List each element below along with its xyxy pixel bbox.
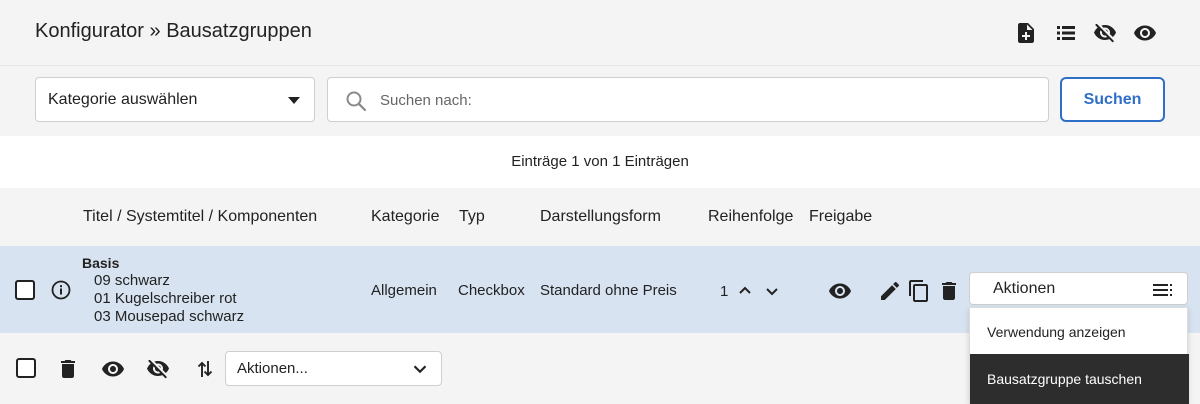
search-button[interactable]: Suchen (1060, 77, 1165, 122)
component-item: 03 Mousepad schwarz (94, 308, 245, 325)
bulk-show-eye-icon[interactable] (101, 357, 125, 381)
chevron-down-icon (409, 358, 431, 380)
search-icon (344, 89, 368, 113)
row-title: Basis (82, 255, 120, 271)
delete-icon[interactable] (937, 279, 961, 303)
search-field[interactable] (327, 77, 1049, 122)
menu-item-show-usage[interactable]: Verwendung anzeigen (970, 308, 1189, 356)
category-select-label: Kategorie auswählen (48, 91, 198, 108)
eye-off-icon[interactable] (1093, 21, 1117, 45)
bulk-actions-select[interactable]: Aktionen... (225, 351, 442, 386)
component-item: 01 Kugelschreiber rot (94, 290, 237, 307)
component-item: 09 schwarz (94, 272, 170, 289)
list-icon[interactable] (1054, 21, 1078, 45)
column-header-title: Titel / Systemtitel / Komponenten (83, 208, 318, 225)
release-eye-icon[interactable] (828, 279, 852, 303)
row-actions-label: Aktionen (993, 280, 1056, 297)
info-icon[interactable] (49, 278, 73, 302)
select-all-checkbox[interactable] (16, 358, 36, 378)
move-up-icon[interactable] (733, 279, 757, 303)
actions-dropdown-menu: Verwendung anzeigen Bausatzgruppe tausch… (969, 307, 1189, 404)
row-type: Checkbox (458, 282, 525, 299)
row-actions-button[interactable]: Aktionen (969, 272, 1188, 305)
eye-icon[interactable] (1133, 21, 1157, 45)
column-header-category: Kategorie (371, 208, 440, 225)
bulk-hide-eye-off-icon[interactable] (146, 357, 170, 381)
menu-item-swap-group[interactable]: Bausatzgruppe tauschen (970, 354, 1189, 404)
table-header: Titel / Systemtitel / Komponenten Katego… (0, 188, 1200, 246)
search-input[interactable] (380, 88, 1020, 112)
row-category: Allgemein (371, 282, 437, 299)
bulk-actions-select-label: Aktionen... (237, 360, 308, 377)
edit-icon[interactable] (878, 279, 902, 303)
row-title-block: Basis 09 schwarz 01 Kugelschreiber rot 0… (82, 254, 244, 326)
caret-down-icon (288, 97, 300, 104)
bulk-delete-icon[interactable] (56, 357, 80, 381)
row-order: 1 (720, 283, 729, 300)
column-header-display-form: Darstellungsform (540, 208, 661, 225)
menu-icon (1151, 278, 1175, 302)
page-header: Konfigurator » Bausatzgruppen (0, 0, 1200, 66)
category-select[interactable]: Kategorie auswählen (35, 77, 315, 122)
entries-info: Einträge 1 von 1 Einträgen (0, 136, 1200, 188)
add-document-icon[interactable] (1014, 21, 1038, 45)
column-header-release: Freigabe (809, 208, 873, 225)
row-checkbox[interactable] (15, 280, 35, 300)
column-header-type: Typ (459, 208, 485, 225)
column-header-order: Reihenfolge (708, 208, 794, 225)
sort-icon[interactable] (193, 357, 217, 381)
copy-icon[interactable] (907, 279, 931, 303)
move-down-icon[interactable] (760, 279, 784, 303)
page-title: Konfigurator » Bausatzgruppen (35, 20, 312, 42)
row-display-form: Standard ohne Preis (540, 282, 677, 299)
filter-bar: Kategorie auswählen Suchen (0, 66, 1200, 136)
